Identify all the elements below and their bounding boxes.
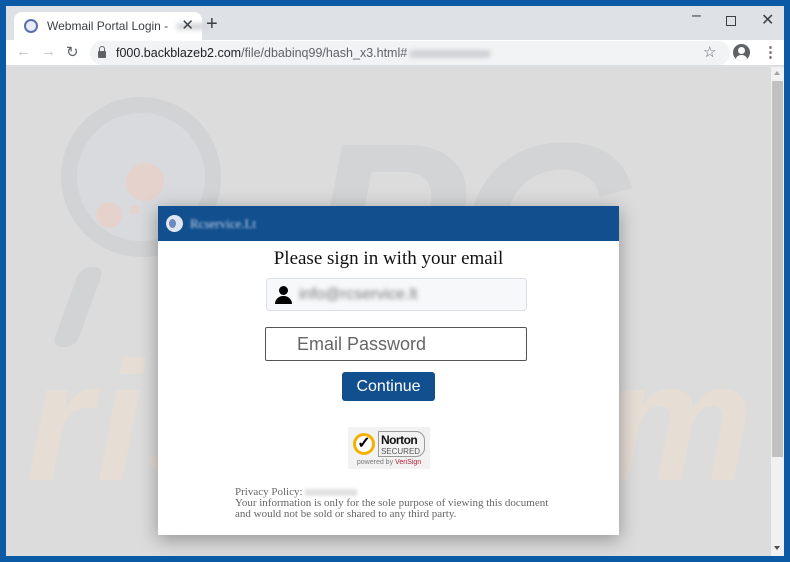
browser-toolbar: ← → ↻ f000.backblazeb2.com/file/dbabinq9… (6, 40, 784, 66)
browser-tab[interactable]: Webmail Portal Login - ✕ (14, 12, 210, 40)
globe-icon (166, 215, 183, 232)
brand-name: Rcservice.Lt (190, 215, 257, 231)
maximize-icon (726, 16, 736, 26)
watermark-dot (126, 163, 164, 201)
user-icon (275, 285, 292, 304)
bookmark-star-icon[interactable]: ☆ (703, 43, 716, 61)
vertical-scrollbar[interactable] (771, 67, 784, 556)
forward-button[interactable]: → (41, 43, 56, 60)
tab-strip: Webmail Portal Login - ✕ + – ✕ (6, 6, 784, 40)
browser-window: Webmail Portal Login - ✕ + – ✕ ← → ↻ f00… (6, 6, 784, 556)
close-window-button[interactable]: ✕ (761, 10, 774, 30)
privacy-line-2: and would not be sold or shared to any t… (235, 508, 457, 520)
norton-powered-by: powered by VeriSign (356, 458, 422, 466)
scroll-up-arrow-icon[interactable] (774, 71, 780, 75)
scroll-down-arrow-icon[interactable] (774, 546, 780, 550)
redacted-text (409, 49, 492, 58)
dialog-header: Rcservice.Lt (158, 206, 619, 241)
norton-name: Norton (380, 432, 418, 447)
page-viewport: PC risk.com Rcservice.Lt Please sign in … (6, 67, 771, 556)
norton-secured-label: SECURED (380, 446, 421, 456)
norton-secured-badge: ✓ Norton SECURED powered by VeriSign (348, 427, 430, 469)
globe-icon (24, 19, 38, 33)
email-field[interactable]: info@rcservice.lt (266, 278, 527, 311)
redacted-text (305, 488, 358, 496)
reload-button[interactable]: ↻ (66, 43, 79, 61)
new-tab-button[interactable]: + (206, 13, 218, 36)
login-dialog: Rcservice.Lt Please sign in with your em… (158, 206, 619, 535)
maximize-button[interactable] (726, 10, 736, 29)
privacy-policy: Privacy Policy: Your information is only… (235, 487, 548, 520)
email-value: info@rcservice.lt (299, 285, 418, 303)
close-tab-icon[interactable]: ✕ (181, 16, 194, 34)
url-text: f000.backblazeb2.com/file/dbabinq99/hash… (116, 46, 492, 60)
lock-icon (98, 46, 106, 58)
account-icon[interactable] (733, 44, 750, 61)
watermark-dot (130, 205, 140, 215)
minimize-button[interactable]: – (692, 7, 701, 25)
address-bar[interactable]: f000.backblazeb2.com/file/dbabinq99/hash… (90, 41, 730, 65)
dialog-title: Please sign in with your email (273, 248, 504, 269)
continue-button[interactable]: Continue (342, 372, 435, 401)
watermark-dot (96, 202, 122, 228)
back-button[interactable]: ← (16, 43, 31, 60)
scrollbar-thumb[interactable] (772, 81, 783, 457)
browser-menu-icon[interactable]: ⋮ (763, 43, 778, 61)
password-input[interactable] (265, 327, 527, 361)
checkmark-icon: ✓ (352, 432, 375, 455)
